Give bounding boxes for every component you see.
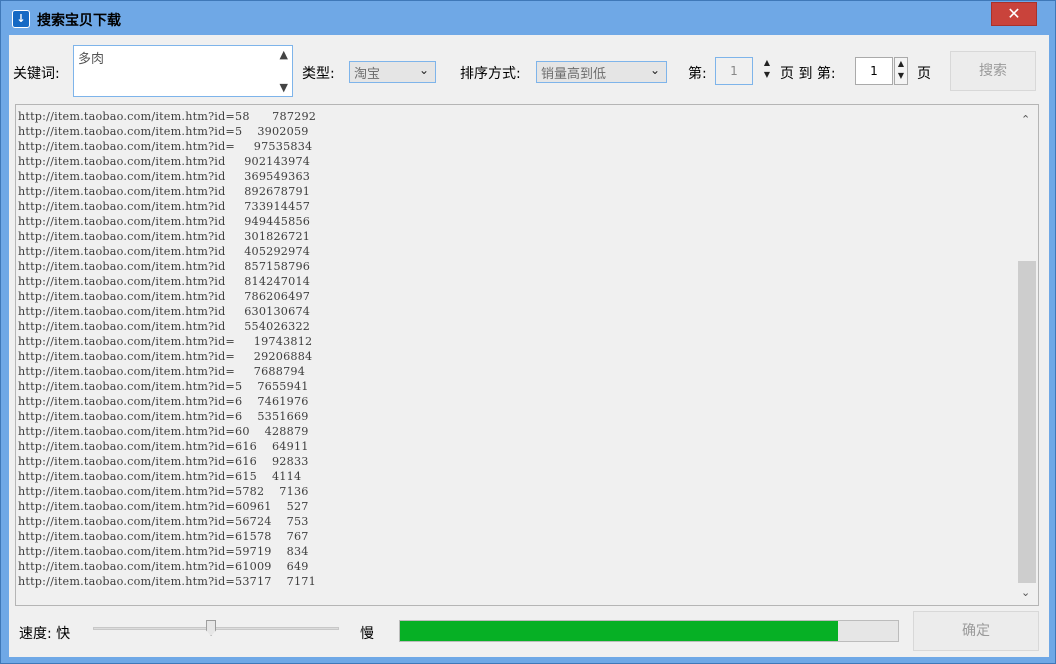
url-list-item[interactable]: http://item.taobao.com/item.htm?id=616 9… <box>18 454 1008 469</box>
url-list-item[interactable]: http://item.taobao.com/item.htm?id 89267… <box>18 184 1008 199</box>
url-list-item[interactable]: http://item.taobao.com/item.htm?id= 2920… <box>18 349 1008 364</box>
page-to-input[interactable]: 1 <box>855 57 893 85</box>
url-list-item[interactable]: http://item.taobao.com/item.htm?id=616 6… <box>18 439 1008 454</box>
url-list-item[interactable]: http://item.taobao.com/item.htm?id=615 4… <box>18 469 1008 484</box>
speed-slider-handle[interactable] <box>206 620 217 636</box>
url-list-item[interactable]: http://item.taobao.com/item.htm?id= 7688… <box>18 364 1008 379</box>
url-list-item[interactable]: http://item.taobao.com/item.htm?id 78620… <box>18 289 1008 304</box>
keyword-label: 关键词: <box>13 66 60 82</box>
url-list-item[interactable]: http://item.taobao.com/item.htm?id=58 78… <box>18 109 1008 124</box>
sort-select[interactable]: 销量高到低 ⌄ <box>536 61 667 83</box>
url-list-item[interactable]: http://item.taobao.com/item.htm?id=61578… <box>18 529 1008 544</box>
page-from-label: 第: <box>688 66 707 82</box>
download-app-icon: ↓ <box>12 10 30 28</box>
app-window: ↓ 搜索宝贝下载 ✕ 关键词: 多肉 ▲ ▼ 类型: 淘宝 ⌄ 排序方式: 销量… <box>0 0 1056 664</box>
url-list-item[interactable]: http://item.taobao.com/item.htm?id= 1974… <box>18 334 1008 349</box>
client-area: 关键词: 多肉 ▲ ▼ 类型: 淘宝 ⌄ 排序方式: 销量高到低 ⌄ 第: 1 … <box>9 35 1049 657</box>
results-list-box[interactable]: http://item.taobao.com/item.htm?id=58 78… <box>15 104 1039 606</box>
url-list-item[interactable]: http://item.taobao.com/item.htm?id=5782 … <box>18 484 1008 499</box>
url-list-item[interactable]: http://item.taobao.com/item.htm?id=60961… <box>18 499 1008 514</box>
scroll-up-icon[interactable]: ▲ <box>280 48 288 61</box>
page-suffix-label: 页 <box>917 66 931 82</box>
url-list-item[interactable]: http://item.taobao.com/item.htm?id 81424… <box>18 274 1008 289</box>
url-list-item[interactable]: http://item.taobao.com/item.htm?id 55402… <box>18 319 1008 334</box>
chevron-down-icon: ⌄ <box>418 63 429 77</box>
search-button[interactable]: 搜索 <box>950 51 1036 91</box>
sort-label: 排序方式: <box>460 66 521 82</box>
close-button[interactable]: ✕ <box>991 2 1037 26</box>
url-list-item[interactable]: http://item.taobao.com/item.htm?id 30182… <box>18 229 1008 244</box>
url-list-item[interactable]: http://item.taobao.com/item.htm?id 94944… <box>18 214 1008 229</box>
page-from-input[interactable]: 1 <box>715 57 753 85</box>
chevron-down-icon: ⌄ <box>649 63 660 77</box>
progress-bar <box>399 620 899 642</box>
keyword-value: 多肉 <box>78 52 105 67</box>
page-from-spinner[interactable]: ▲ ▼ <box>760 57 774 85</box>
type-select[interactable]: 淘宝 ⌄ <box>349 61 436 83</box>
url-list-item[interactable]: http://item.taobao.com/item.htm?id 36954… <box>18 169 1008 184</box>
scroll-down-icon[interactable]: ▼ <box>280 81 288 94</box>
progress-fill <box>400 621 839 641</box>
url-list: http://item.taobao.com/item.htm?id=58 78… <box>18 109 1008 601</box>
scrollbar-thumb[interactable] <box>1018 261 1036 583</box>
page-to-spinner[interactable]: ▲ ▼ <box>894 57 908 85</box>
window-title: 搜索宝贝下载 <box>37 13 121 29</box>
page-to-label: 页 到 第: <box>780 66 836 82</box>
ok-button[interactable]: 确定 <box>913 611 1039 651</box>
url-list-item[interactable]: http://item.taobao.com/item.htm?id=59719… <box>18 544 1008 559</box>
speed-label: 速度: 快 <box>19 626 71 642</box>
url-list-item[interactable]: http://item.taobao.com/item.htm?id=56724… <box>18 514 1008 529</box>
url-list-item[interactable]: http://item.taobao.com/item.htm?id 40529… <box>18 244 1008 259</box>
url-list-item[interactable]: http://item.taobao.com/item.htm?id= 9753… <box>18 139 1008 154</box>
url-list-item[interactable]: http://item.taobao.com/item.htm?id 90214… <box>18 154 1008 169</box>
sort-selected-value: 销量高到低 <box>541 67 607 82</box>
url-list-item[interactable]: http://item.taobao.com/item.htm?id=5 390… <box>18 124 1008 139</box>
type-selected-value: 淘宝 <box>354 67 381 82</box>
keyword-input[interactable]: 多肉 ▲ ▼ <box>73 45 293 97</box>
vertical-scrollbar[interactable]: ⌃ ⌄ <box>1016 105 1038 605</box>
url-list-item[interactable]: http://item.taobao.com/item.htm?id=6 535… <box>18 409 1008 424</box>
scroll-down-icon[interactable]: ⌄ <box>1021 586 1030 599</box>
url-list-item[interactable]: http://item.taobao.com/item.htm?id=6 746… <box>18 394 1008 409</box>
type-label: 类型: <box>302 66 335 82</box>
url-list-item[interactable]: http://item.taobao.com/item.htm?id=60 42… <box>18 424 1008 439</box>
url-list-item[interactable]: http://item.taobao.com/item.htm?id=53717… <box>18 574 1008 589</box>
title-bar[interactable]: ↓ 搜索宝贝下载 ✕ <box>1 1 1055 35</box>
slow-label: 慢 <box>360 626 374 642</box>
url-list-item[interactable]: http://item.taobao.com/item.htm?id 73391… <box>18 199 1008 214</box>
url-list-item[interactable]: http://item.taobao.com/item.htm?id=5 765… <box>18 379 1008 394</box>
url-list-item[interactable]: http://item.taobao.com/item.htm?id=61009… <box>18 559 1008 574</box>
scroll-up-icon[interactable]: ⌃ <box>1021 113 1030 126</box>
url-list-item[interactable]: http://item.taobao.com/item.htm?id 63013… <box>18 304 1008 319</box>
url-list-item[interactable]: http://item.taobao.com/item.htm?id 85715… <box>18 259 1008 274</box>
